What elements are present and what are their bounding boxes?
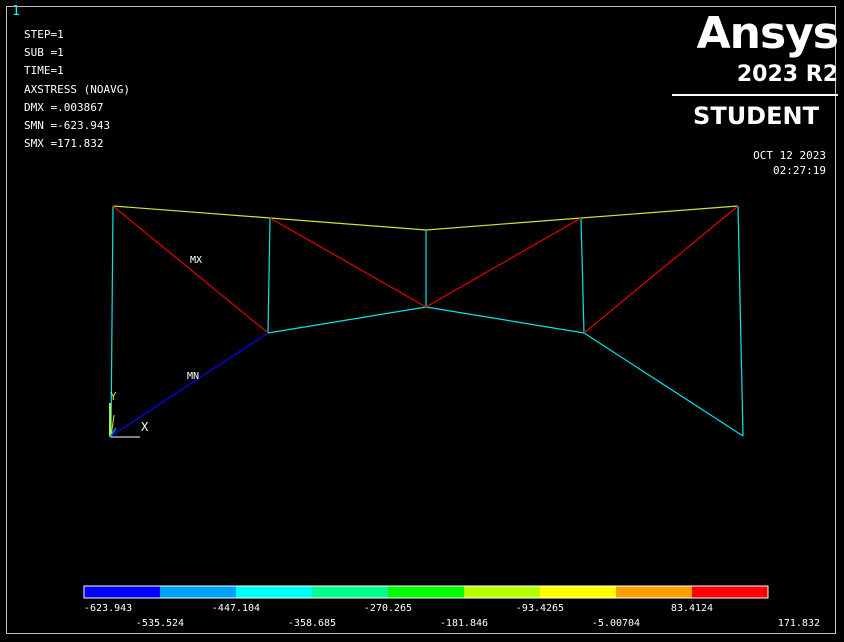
legend-tick-label: -270.265 xyxy=(364,603,412,614)
top-chord xyxy=(112,205,739,231)
axis-triad: X Y xyxy=(109,390,149,438)
vertical-1 xyxy=(267,217,271,334)
diagonal-2 xyxy=(269,217,427,308)
axis-x-label: X xyxy=(141,420,149,434)
legend-color-band xyxy=(312,586,389,598)
legend-tick-label: 171.832 xyxy=(778,618,820,629)
truss-plot: MX MN X Y -623.943 -535.524 -447.104 -358.6… xyxy=(83,205,820,629)
legend-tick-label: -181.846 xyxy=(440,618,488,629)
bottom-chord-right xyxy=(425,306,585,334)
legend-tick-label: -93.4265 xyxy=(516,603,564,614)
vertical-3 xyxy=(580,217,585,334)
bottom-right-diagonal xyxy=(583,332,744,437)
legend-tick-label: -623.943 xyxy=(84,603,132,614)
legend-tick-label: -447.104 xyxy=(212,603,260,614)
right-post xyxy=(737,205,744,437)
bottom-chord-left xyxy=(267,306,427,334)
legend-color-band xyxy=(616,586,693,598)
legend-color-band xyxy=(84,586,161,598)
legend-color-band xyxy=(540,586,617,598)
legend-color-band xyxy=(692,586,769,598)
legend-color-band xyxy=(236,586,313,598)
contour-legend: -623.943 -535.524 -447.104 -358.685 -270.265… xyxy=(83,585,820,629)
diagonal-1 xyxy=(112,205,269,334)
max-label: MX xyxy=(190,255,202,266)
min-stress-member xyxy=(110,332,269,437)
legend-color-band xyxy=(160,586,237,598)
min-label: MN xyxy=(187,371,199,382)
axis-y-label: Y xyxy=(110,390,117,403)
legend-tick-label: -358.685 xyxy=(288,618,336,629)
diagonal-3 xyxy=(425,217,582,308)
legend-color-band xyxy=(388,586,465,598)
legend-tick-label: 83.4124 xyxy=(671,603,713,614)
cyan-members xyxy=(110,205,744,437)
legend-tick-label: -535.524 xyxy=(136,618,184,629)
legend-tick-label: -5.00704 xyxy=(592,618,640,629)
diagonal-4 xyxy=(583,205,739,334)
legend-color-band xyxy=(464,586,541,598)
